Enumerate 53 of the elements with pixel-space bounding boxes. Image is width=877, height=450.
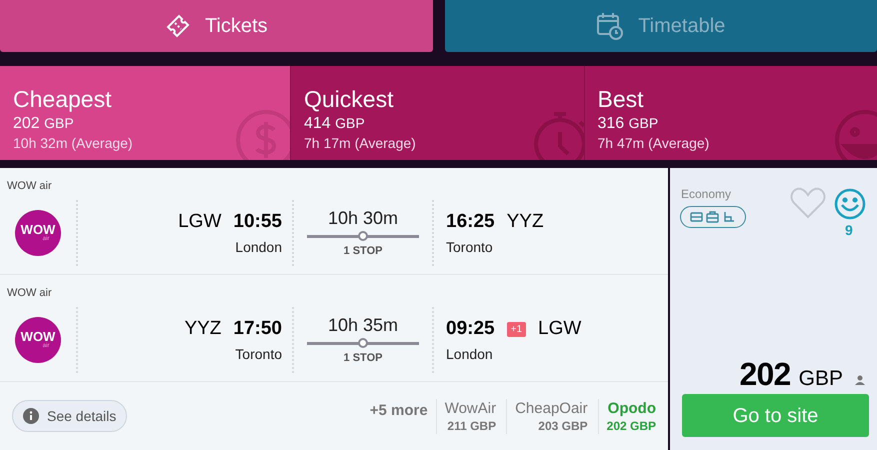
provider-price[interactable]: CheapOair 203 GBP <box>506 398 598 434</box>
sort-duration: 10h 32m (Average) <box>13 134 133 152</box>
sort-label: Cheapest <box>13 84 112 112</box>
sort-duration: 7h 47m (Average) <box>598 134 710 152</box>
sort-tab[interactable]: Best 316 GBP 7h 47m (Average) <box>584 66 877 160</box>
departure-time: 10:55 <box>233 210 282 234</box>
sort-tab[interactable]: Cheapest 202 GBP 10h 32m (Average) <box>0 66 290 160</box>
airport-code: LGW <box>178 210 222 234</box>
logo-text: WOW <box>20 330 56 343</box>
airport-code: YYZ <box>184 317 222 342</box>
smiley-icon <box>833 108 877 160</box>
more-providers-link[interactable]: +5 more <box>370 400 436 422</box>
city-name: London <box>446 344 494 364</box>
go-to-site-button[interactable]: Go to site <box>682 394 869 437</box>
heart-icon[interactable] <box>790 187 826 219</box>
airline-name: WOW air <box>7 286 52 301</box>
stop-count: 1 STOP <box>344 244 382 259</box>
rating-score: 9 <box>845 221 853 240</box>
provider-price[interactable]: WowAir 211 GBP <box>436 398 506 434</box>
arrival-time: 09:25 <box>446 317 495 342</box>
sort-label: Quickest <box>304 84 394 112</box>
ticket-icon <box>164 13 191 39</box>
flight-duration: 10h 30m <box>328 206 398 229</box>
logo-text: WOW <box>20 223 56 236</box>
tab[interactable]: Timetable <box>444 0 877 52</box>
total-price: 202 GBP <box>740 355 843 394</box>
sort-price: 202 GBP <box>13 114 74 134</box>
arrival-time: 16:25 <box>446 210 495 234</box>
city-name: Toronto <box>446 238 494 257</box>
airport-code: LGW <box>538 317 582 342</box>
sort-price: 414 GBP <box>304 114 365 134</box>
tab[interactable]: Tickets <box>0 0 432 52</box>
sort-price: 316 GBP <box>598 114 658 134</box>
sort-tab[interactable]: Quickest 414 GBP 7h 17m (Average) <box>290 66 584 160</box>
day-offset-badge: +1 <box>506 322 526 337</box>
stop-count: 1 STOP <box>344 350 382 366</box>
airline-name: WOW air <box>7 179 52 194</box>
cabin-class: Economy <box>681 186 732 203</box>
sort-label: Best <box>598 84 645 112</box>
city-name: Toronto <box>235 344 282 364</box>
amenities-icon <box>690 211 736 223</box>
provider-price[interactable]: Opodo 202 GBP <box>598 398 656 434</box>
info-icon <box>23 408 39 424</box>
smiley-icon <box>834 188 866 220</box>
city-name: London <box>235 238 282 257</box>
dollar-icon <box>234 108 290 160</box>
departure-time: 17:50 <box>233 317 282 342</box>
person-icon <box>855 375 865 385</box>
calendar-icon <box>596 12 624 40</box>
sort-duration: 7h 17m (Average) <box>304 134 416 152</box>
flight-duration: 10h 35m <box>328 314 398 336</box>
see-details-button[interactable]: See details <box>12 400 128 432</box>
airport-code: YYZ <box>506 210 544 234</box>
